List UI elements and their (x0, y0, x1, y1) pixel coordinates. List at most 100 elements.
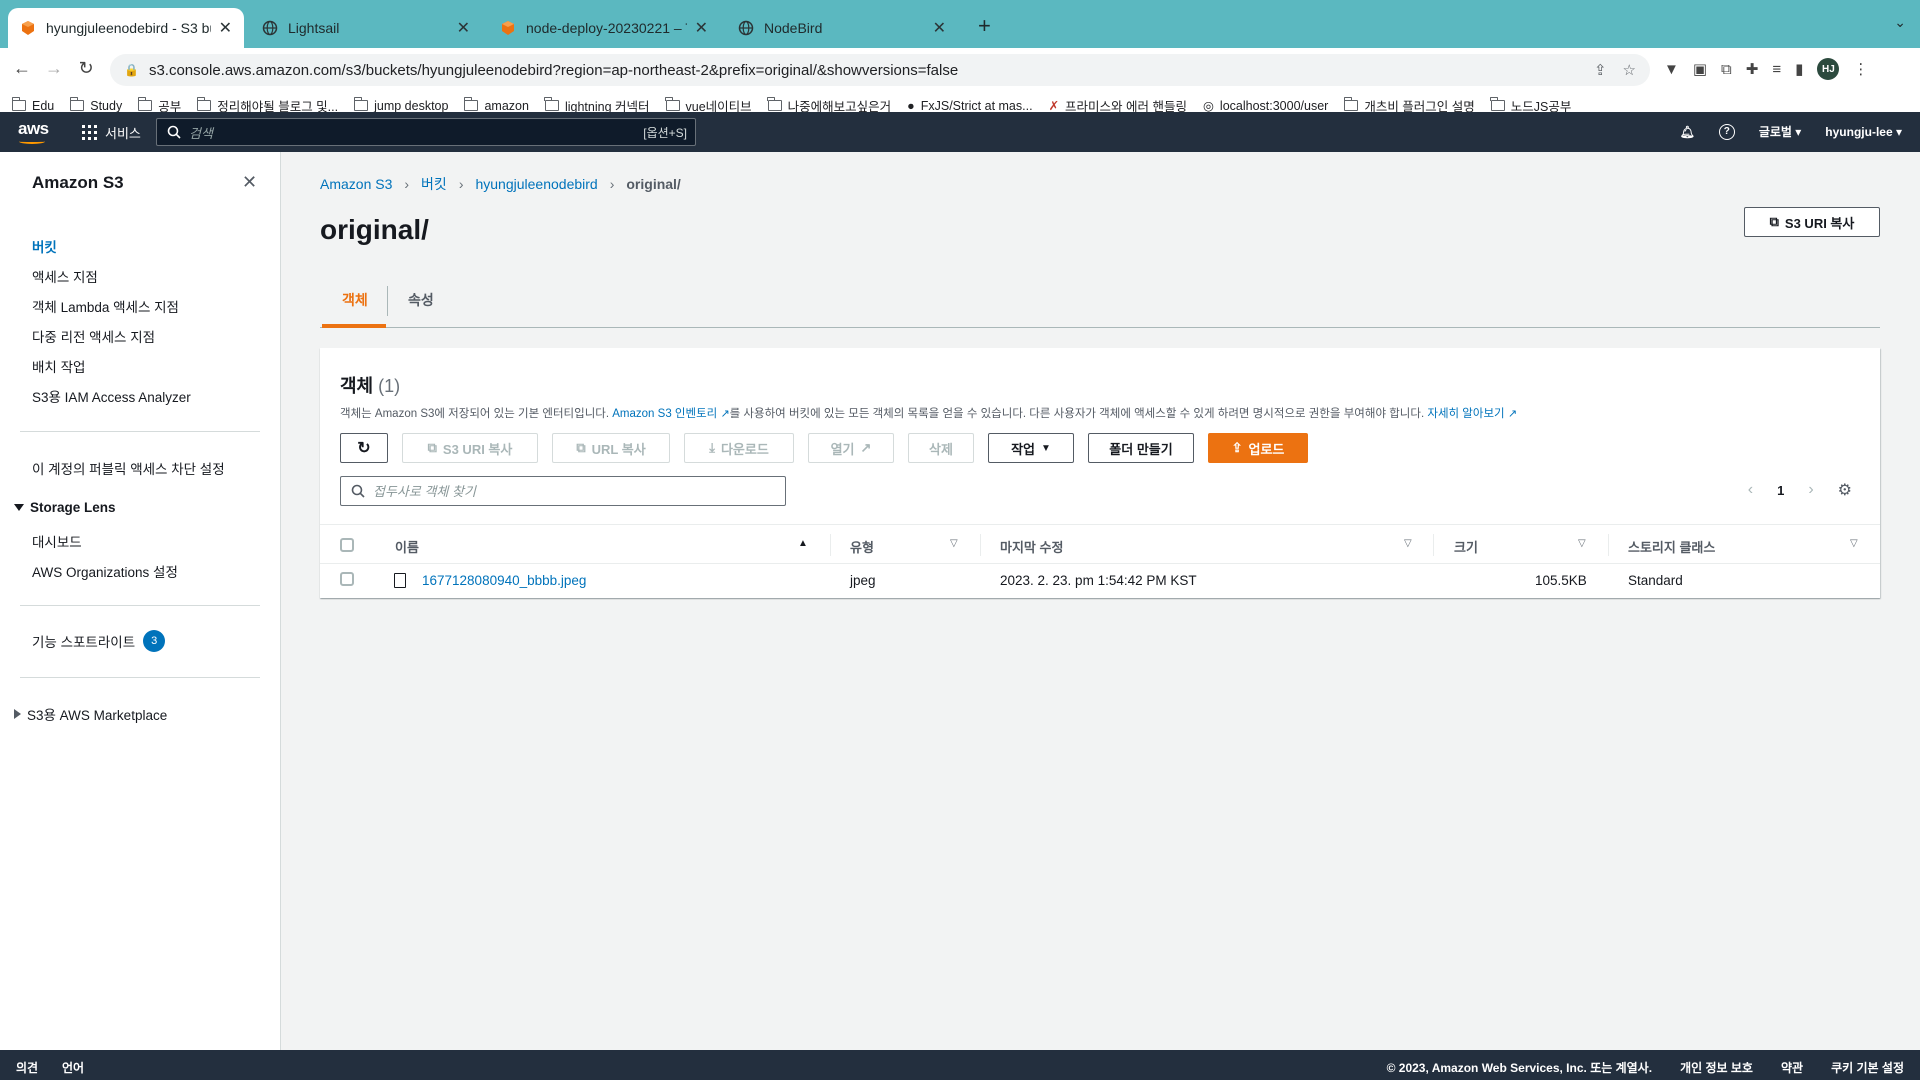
refresh-icon: ↻ (357, 440, 371, 457)
sidebar-section-marketplace[interactable]: S3용 AWS Marketplace (14, 704, 167, 724)
privacy-link[interactable]: 개인 정보 보호 (1680, 1059, 1753, 1076)
extension-icon[interactable]: ⧉ (1721, 61, 1732, 78)
chevron-down-icon[interactable]: ⌄ (1894, 14, 1906, 31)
open-button[interactable]: 열기 ↗ (808, 433, 894, 463)
actions-dropdown[interactable]: 작업 ▼ (988, 433, 1074, 463)
gear-icon[interactable]: ⚙ (1838, 480, 1852, 500)
sidebar-item-dashboards[interactable]: 대시보드 (32, 531, 82, 551)
copy-url-button[interactable]: ⧉ URL 복사 (552, 433, 670, 463)
object-link[interactable]: 1677128080940_bbbb.jpeg (422, 573, 586, 588)
address-bar[interactable]: 🔒 s3.console.aws.amazon.com/s3/buckets/h… (110, 54, 1650, 86)
column-type[interactable]: 유형 (850, 537, 874, 556)
object-filter (340, 476, 786, 506)
bookmark-item[interactable]: ◎ localhost:3000/user (1203, 98, 1328, 114)
sort-icon[interactable]: ▽ (1578, 538, 1586, 549)
copy-s3-uri-button[interactable]: ⧉ S3 URI 복사 (402, 433, 538, 463)
bookmark-item[interactable]: amazon (463, 97, 529, 113)
sort-icon[interactable]: ▽ (1404, 538, 1412, 549)
bookmark-item[interactable]: Edu (11, 97, 54, 113)
bookmark-item[interactable]: Study (69, 97, 122, 113)
extension-icon[interactable]: ▣ (1693, 60, 1707, 78)
delete-button[interactable]: 삭제 (908, 433, 974, 463)
aws-search-input[interactable]: 검색 [옵션+S] (156, 118, 696, 146)
forward-arrow-icon[interactable]: → (42, 58, 66, 79)
new-tab-icon[interactable]: + (978, 13, 991, 39)
upload-button[interactable]: ⇪ 업로드 (1208, 433, 1308, 463)
select-all-checkbox[interactable] (340, 538, 354, 552)
sidebar-item-organizations-settings[interactable]: AWS Organizations 설정 (32, 561, 178, 581)
close-icon[interactable]: ✕ (242, 172, 257, 193)
browser-tab-nodebird[interactable]: NodeBird ✕ (726, 8, 958, 48)
terms-link[interactable]: 약관 (1781, 1059, 1803, 1076)
inventory-link[interactable]: Amazon S3 인벤토리 ↗ (612, 408, 729, 420)
bookmark-item[interactable]: ● FxJS/Strict at mas... (907, 99, 1032, 113)
chevron-left-icon[interactable]: ‹ (1748, 481, 1753, 499)
close-icon[interactable]: ✕ (219, 18, 232, 38)
puzzle-icon[interactable]: ✚ (1746, 60, 1759, 78)
sort-icon[interactable]: ▽ (1850, 538, 1858, 549)
sidebar-item-batch-operations[interactable]: 배치 작업 (32, 356, 85, 376)
menu-dots-icon[interactable]: ⋮ (1853, 60, 1868, 78)
services-menu[interactable]: 서비스 (82, 123, 141, 142)
divider (830, 534, 831, 556)
copy-s3-uri-button[interactable]: ⧉ S3 URI 복사 (1744, 207, 1880, 237)
avatar[interactable]: HJ (1817, 58, 1840, 80)
column-size[interactable]: 크기 (1454, 537, 1478, 556)
share-icon[interactable]: ⇪ (1594, 61, 1607, 79)
breadcrumb: Amazon S3 › 버킷 › hyungjuleenodebird › or… (320, 174, 681, 194)
folder-icon (463, 97, 479, 111)
chevron-right-icon[interactable]: › (1808, 481, 1813, 499)
vue-devtools-icon[interactable]: ▼ (1664, 61, 1679, 78)
breadcrumb-buckets[interactable]: 버킷 (421, 174, 447, 194)
browser-tab-s3[interactable]: hyungjuleenodebird - S3 bucke ✕ (8, 8, 244, 48)
feedback-link[interactable]: 의견 (16, 1059, 38, 1076)
browser-tab-lightsail[interactable]: Lightsail ✕ (250, 8, 482, 48)
object-storage-class: Standard (1628, 573, 1683, 588)
page-number[interactable]: 1 (1777, 483, 1784, 498)
star-icon[interactable]: ☆ (1623, 61, 1636, 79)
column-storage-class[interactable]: 스토리지 클래스 (1628, 537, 1715, 556)
bell-icon[interactable]: 🔔︎ (1680, 125, 1695, 139)
sidebar-item-buckets[interactable]: 버킷 (32, 236, 57, 256)
column-name[interactable]: 이름 (395, 537, 419, 556)
download-button[interactable]: ⤓ 다운로드 (684, 433, 794, 463)
side-panel-icon[interactable]: ▮ (1795, 60, 1803, 78)
row-checkbox[interactable] (340, 572, 354, 586)
tab-objects[interactable]: 객체 (342, 290, 368, 310)
reload-icon[interactable]: ↻ (74, 58, 98, 79)
learn-more-link[interactable]: 자세히 알아보기 ↗ (1427, 408, 1517, 420)
tab-title: node-deploy-20230221 – Term (526, 20, 687, 36)
region-selector[interactable]: 글로벌 ▾ (1759, 123, 1801, 140)
object-type: jpeg (850, 573, 876, 588)
close-icon[interactable]: ✕ (933, 18, 946, 38)
account-menu[interactable]: hyungju-lee ▾ (1825, 125, 1902, 139)
refresh-button[interactable]: ↻ (340, 433, 388, 463)
sidebar-item-lambda-access-points[interactable]: 객체 Lambda 액세스 지점 (32, 296, 179, 316)
close-icon[interactable]: ✕ (457, 18, 470, 38)
create-folder-button[interactable]: 폴더 만들기 (1088, 433, 1194, 463)
breadcrumb-amazon-s3[interactable]: Amazon S3 (320, 176, 392, 192)
sidebar-section-storage-lens[interactable]: Storage Lens (14, 500, 116, 515)
sidebar-item-block-public-access[interactable]: 이 계정의 퍼블릭 액세스 차단 설정 (32, 458, 225, 478)
sidebar-item-access-points[interactable]: 액세스 지점 (32, 266, 98, 286)
help-icon[interactable]: ? (1718, 123, 1735, 140)
copyright: © 2023, Amazon Web Services, Inc. 또는 계열사… (1386, 1061, 1653, 1075)
sort-icon[interactable]: ▽ (950, 538, 958, 549)
sidebar-item-feature-spotlight[interactable]: 기능 스포트라이트 3 (32, 630, 166, 652)
breadcrumb-bucket[interactable]: hyungjuleenodebird (475, 176, 597, 192)
sidebar-item-iam-access-analyzer[interactable]: S3용 IAM Access Analyzer (32, 386, 191, 406)
column-last-modified[interactable]: 마지막 수정 (1000, 537, 1063, 556)
close-icon[interactable]: ✕ (695, 18, 708, 38)
bookmark-item[interactable]: jump desktop (353, 97, 448, 113)
back-arrow-icon[interactable]: ← (10, 58, 34, 79)
cookie-preferences-link[interactable]: 쿠키 기본 설정 (1831, 1059, 1904, 1076)
prefix-search-input[interactable] (373, 483, 773, 499)
sidebar-item-multi-region-access-points[interactable]: 다중 리전 액세스 지점 (32, 326, 155, 346)
language-link[interactable]: 언어 (62, 1059, 84, 1076)
aws-logo[interactable]: aws (18, 119, 49, 144)
aws-box-icon (20, 20, 36, 36)
sort-asc-icon[interactable]: ▲ (798, 538, 808, 549)
browser-tab-terminal[interactable]: node-deploy-20230221 – Term ✕ (488, 8, 720, 48)
tab-properties[interactable]: 속성 (408, 290, 434, 310)
reading-list-icon[interactable]: ≡ (1772, 61, 1781, 78)
